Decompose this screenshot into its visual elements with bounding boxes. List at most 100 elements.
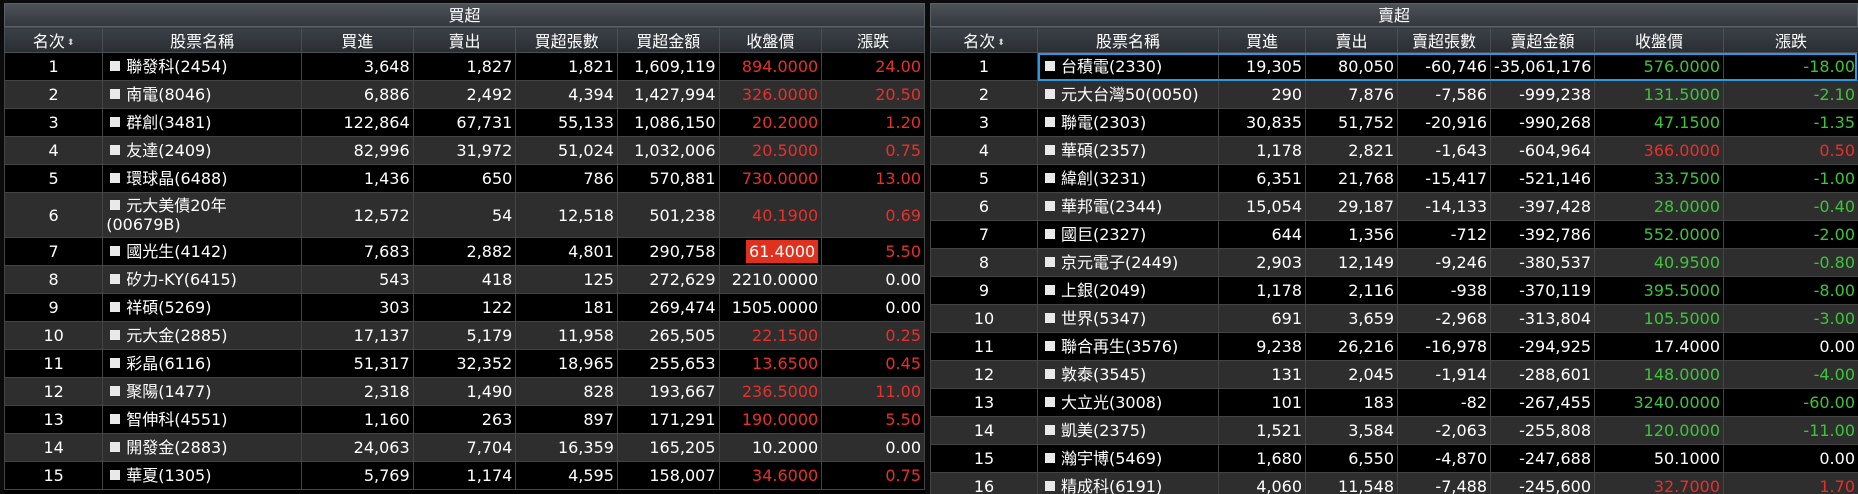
stock-name[interactable]: 敦泰(3545) [1061,365,1146,384]
checkbox-icon[interactable] [1045,341,1055,351]
table-row[interactable]: 1 聯發科(2454) 3,648 1,827 1,821 1,609,119 894.00… [4,52,925,81]
checkbox-icon[interactable] [110,386,121,396]
column-header-change[interactable]: 漲跌 [1723,27,1858,53]
table-row[interactable]: 2 元大台灣50(0050) 290 7,876 -7,586 -999,238 131.5… [930,80,1858,109]
column-header-name[interactable]: 股票名稱 [102,27,302,53]
stock-name[interactable]: 上銀(2049) [1061,281,1146,300]
checkbox-icon[interactable] [110,358,121,368]
table-row[interactable]: 4 友達(2409) 82,996 31,972 51,024 1,032,006 20.5… [4,136,925,165]
stock-name-cell[interactable]: 元大美債20年(00679B) [102,192,302,238]
checkbox-icon[interactable] [1045,481,1055,491]
table-row[interactable]: 13 大立光(3008) 101 183 -82 -267,455 3240.0000 -60… [930,388,1858,417]
stock-name-cell[interactable]: 國光生(4142) [102,237,302,266]
checkbox-icon[interactable] [110,89,121,99]
column-header-net-amount[interactable]: 賣超金額 [1490,27,1595,53]
checkbox-icon[interactable] [110,302,121,312]
stock-name[interactable]: 開發金(2883) [126,438,227,457]
stock-name[interactable]: 彩晶(6116) [126,354,211,373]
stock-name[interactable]: 祥碩(5269) [126,298,211,317]
stock-name-cell[interactable]: 環球晶(6488) [102,164,302,193]
stock-name[interactable]: 華夏(1305) [126,466,211,485]
table-row[interactable]: 15 瀚宇博(5469) 1,680 6,550 -4,870 -247,688 50.10… [930,444,1858,473]
checkbox-icon[interactable] [110,117,121,127]
table-row[interactable]: 3 群創(3481) 122,864 67,731 55,133 1,086,150 20.… [4,108,925,137]
stock-name-cell[interactable]: 群創(3481) [102,108,302,137]
table-row[interactable]: 8 京元電子(2449) 2,903 12,149 -9,246 -380,537 40.9… [930,248,1858,277]
stock-name-cell[interactable]: 瀚宇博(5469) [1037,444,1219,473]
checkbox-icon[interactable] [1045,313,1055,323]
checkbox-icon[interactable] [110,442,121,452]
table-row[interactable]: 10 元大金(2885) 17,137 5,179 11,958 265,505 22.15… [4,321,925,350]
stock-name[interactable]: 京元電子(2449) [1061,253,1178,272]
table-row[interactable]: 16 精成科(6191) 4,060 11,548 -7,488 -245,600 32.7… [930,472,1858,494]
checkbox-icon[interactable] [1045,173,1055,183]
checkbox-icon[interactable] [110,145,121,155]
checkbox-icon[interactable] [1045,145,1055,155]
stock-name-cell[interactable]: 開發金(2883) [102,433,302,462]
stock-name-cell[interactable]: 聯發科(2454) [102,52,302,81]
checkbox-icon[interactable] [110,61,121,71]
stock-name-cell[interactable]: 華夏(1305) [102,461,302,490]
table-row[interactable]: 5 環球晶(6488) 1,436 650 786 570,881 730.0000 13.0… [4,164,925,193]
stock-name[interactable]: 智伸科(4551) [126,410,227,429]
stock-name-cell[interactable]: 聯電(2303) [1037,108,1219,137]
stock-name-cell[interactable]: 友達(2409) [102,136,302,165]
stock-name[interactable]: 元大美債20年(00679B) [106,196,226,234]
stock-name-cell[interactable]: 元大金(2885) [102,321,302,350]
stock-name[interactable]: 元大台灣50(0050) [1061,85,1199,104]
column-header-sell[interactable]: 賣出 [412,27,517,53]
stock-name[interactable]: 台積電(2330) [1061,57,1162,76]
stock-name[interactable]: 群創(3481) [126,113,211,132]
stock-name-cell[interactable]: 緯創(3231) [1037,164,1219,193]
table-row[interactable]: 15 華夏(1305) 5,769 1,174 4,595 158,007 34.6000 0… [4,461,925,490]
table-row[interactable]: 6 元大美債20年(00679B) 12,572 54 12,518 501,238 40.… [4,192,925,238]
stock-name-cell[interactable]: 華邦電(2344) [1037,192,1219,221]
table-row[interactable]: 1 台積電(2330) 19,305 80,050 -60,746 -35,061,176… [930,52,1858,81]
column-header-change[interactable]: 漲跌 [821,27,925,53]
stock-name-cell[interactable]: 智伸科(4551) [102,405,302,434]
checkbox-icon[interactable] [1045,369,1055,379]
stock-name-cell[interactable]: 台積電(2330) [1037,52,1219,81]
checkbox-icon[interactable] [1045,257,1055,267]
column-header-rank[interactable]: 名次 ⬍ [930,27,1038,53]
sort-updown-icon[interactable]: ⬍ [997,38,1005,48]
table-row[interactable]: 12 聚陽(1477) 2,318 1,490 828 193,667 236.5000 11… [4,377,925,406]
stock-name-cell[interactable]: 凱美(2375) [1037,416,1219,445]
checkbox-icon[interactable] [1045,397,1055,407]
stock-name-cell[interactable]: 國巨(2327) [1037,220,1219,249]
checkbox-icon[interactable] [110,173,121,183]
table-row[interactable]: 13 智伸科(4551) 1,160 263 897 171,291 190.0000 5.5… [4,405,925,434]
stock-name-cell[interactable]: 京元電子(2449) [1037,248,1219,277]
stock-name[interactable]: 凱美(2375) [1061,421,1146,440]
stock-name-cell[interactable]: 大立光(3008) [1037,388,1219,417]
stock-name[interactable]: 友達(2409) [126,141,211,160]
table-row[interactable]: 3 聯電(2303) 30,835 51,752 -20,916 -990,268 47.1… [930,108,1858,137]
column-header-buy[interactable]: 買進 [1218,27,1306,53]
stock-name[interactable]: 世界(5347) [1061,309,1146,328]
stock-name[interactable]: 聯電(2303) [1061,113,1146,132]
checkbox-icon[interactable] [110,470,121,480]
stock-name-cell[interactable]: 敦泰(3545) [1037,360,1219,389]
stock-name-cell[interactable]: 彩晶(6116) [102,349,302,378]
stock-name[interactable]: 國巨(2327) [1061,225,1146,244]
checkbox-icon[interactable] [110,330,121,340]
checkbox-icon[interactable] [1045,201,1055,211]
checkbox-icon[interactable] [1045,61,1055,71]
table-row[interactable]: 6 華邦電(2344) 15,054 29,187 -14,133 -397,428 28.… [930,192,1858,221]
checkbox-icon[interactable] [110,246,121,256]
stock-name[interactable]: 南電(8046) [126,85,211,104]
stock-name-cell[interactable]: 矽力-KY(6415) [102,265,302,294]
table-row[interactable]: 8 矽力-KY(6415) 543 418 125 272,629 2210.0000 0.0… [4,265,925,294]
column-header-sell[interactable]: 賣出 [1305,27,1398,53]
stock-name[interactable]: 瀚宇博(5469) [1061,449,1162,468]
checkbox-icon[interactable] [1045,229,1055,239]
table-row[interactable]: 9 祥碩(5269) 303 122 181 269,474 1505.0000 0.00 [4,293,925,322]
stock-name[interactable]: 緯創(3231) [1061,169,1146,188]
table-row[interactable]: 2 南電(8046) 6,886 2,492 4,394 1,427,994 326.000… [4,80,925,109]
column-header-net-lots[interactable]: 買超張數 [515,27,618,53]
table-row[interactable]: 5 緯創(3231) 6,351 21,768 -15,417 -521,146 33.75… [930,164,1858,193]
column-header-net-amount[interactable]: 買超金額 [616,27,720,53]
checkbox-icon[interactable] [110,200,121,210]
checkbox-icon[interactable] [1045,89,1055,99]
stock-name[interactable]: 華邦電(2344) [1061,197,1162,216]
